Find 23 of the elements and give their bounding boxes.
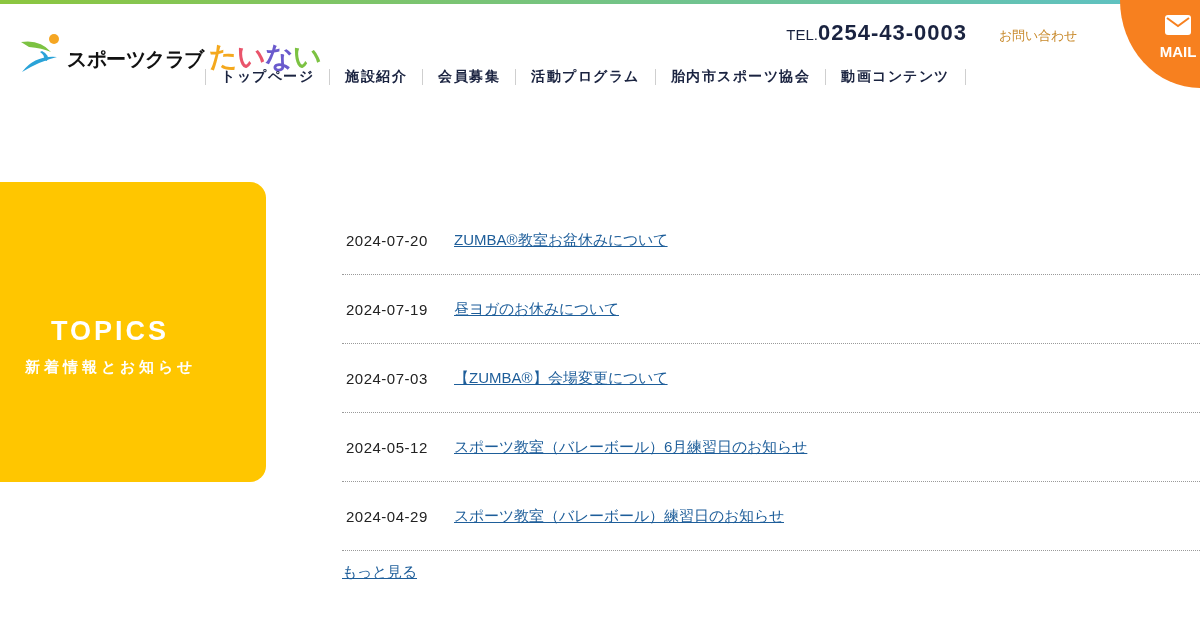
phone-number: 0254-43-0003 bbox=[818, 20, 967, 46]
nav-link[interactable]: 胎内市スポーツ協会 bbox=[655, 68, 825, 86]
section-title: TOPICS bbox=[51, 316, 169, 347]
tel-label: TEL. bbox=[786, 26, 818, 43]
news-link[interactable]: 昼ヨガのお休みについて bbox=[454, 299, 619, 319]
nav-link[interactable]: 会員募集 bbox=[423, 68, 515, 86]
news-date: 2024-04-29 bbox=[345, 507, 429, 525]
nav-link[interactable]: 動画コンテンツ bbox=[826, 68, 965, 86]
section-subtitle: 新着情報とお知らせ bbox=[24, 358, 196, 378]
nav-link[interactable]: 活動プログラム bbox=[516, 68, 655, 86]
news-date: 2024-07-20 bbox=[345, 231, 429, 249]
news-link[interactable]: スポーツ教室（バレーボール）練習日のお知らせ bbox=[454, 506, 784, 526]
news-date: 2024-07-03 bbox=[345, 369, 429, 387]
news-link[interactable]: スポーツ教室（バレーボール）6月練習日のお知らせ bbox=[454, 437, 808, 457]
news-link[interactable]: 【ZUMBA®】会場変更について bbox=[454, 368, 668, 388]
news-link[interactable]: ZUMBA®教室お盆休みについて bbox=[454, 230, 668, 250]
envelope-icon bbox=[1165, 15, 1191, 35]
swoosh-logo-icon bbox=[20, 33, 62, 73]
logo-text: スポーツクラブ bbox=[67, 49, 204, 72]
news-date: 2024-05-12 bbox=[345, 438, 429, 456]
nav-link[interactable]: 施設紹介 bbox=[330, 68, 422, 86]
news-date: 2024-07-19 bbox=[345, 300, 429, 318]
more-link[interactable]: もっと見る bbox=[342, 563, 417, 580]
